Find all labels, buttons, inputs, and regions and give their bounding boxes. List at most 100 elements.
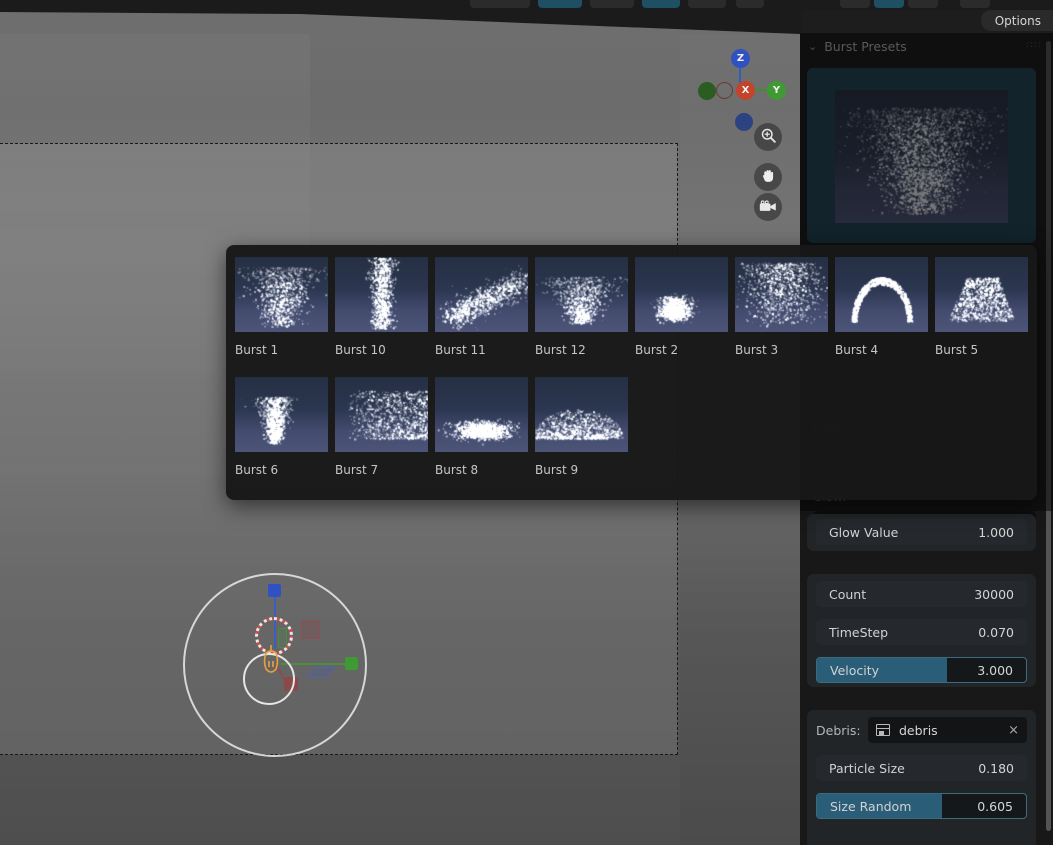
preset-thumbnail[interactable] [635, 257, 728, 332]
collection-icon [876, 724, 890, 736]
nav-axis-y-negative[interactable] [698, 82, 716, 100]
preset-item-burst-7[interactable]: Burst 7 [335, 377, 428, 477]
preset-label: Burst 9 [535, 463, 579, 477]
toolbar-chip[interactable] [736, 0, 764, 8]
preset-item-burst-9[interactable]: Burst 9 [535, 377, 628, 477]
timestep-value: 0.070 [978, 624, 1014, 640]
preset-label: Burst 4 [835, 343, 879, 357]
debris-field-value: debris [899, 722, 938, 738]
toolbar-chip[interactable] [840, 0, 870, 8]
toolbar-chip-active[interactable] [874, 0, 904, 8]
preset-item-burst-10[interactable]: Burst 10 [335, 257, 428, 357]
app-root: Z X Y Options ⌄ Burst Presets:::: Glow … [0, 0, 1053, 845]
burst-preview-card[interactable] [807, 68, 1036, 243]
preset-item-burst-8[interactable]: Burst 8 [435, 377, 528, 477]
size-random-slider[interactable]: Size Random 0.605 [816, 793, 1027, 819]
options-button[interactable]: Options [980, 10, 1053, 31]
toolbar-chip-active[interactable] [538, 0, 582, 8]
zoom-tool-button[interactable] [754, 123, 782, 151]
nav-axis-z-positive[interactable]: Z [731, 49, 750, 68]
particle-size-label: Particle Size [829, 760, 905, 776]
preset-thumbnail[interactable] [835, 257, 928, 332]
count-label: Count [829, 586, 867, 602]
preset-thumbnail[interactable] [435, 257, 528, 332]
debris-label: Debris: [816, 722, 861, 738]
grip-dots-icon[interactable]: :::: [1026, 41, 1041, 50]
particle-size-row[interactable]: Particle Size 0.180 [816, 755, 1027, 781]
gizmo-plane-xz[interactable] [301, 620, 320, 639]
empty-object-icon [262, 645, 279, 687]
velocity-slider[interactable]: Velocity 3.000 [816, 657, 1027, 683]
nav-axis-z-negative[interactable] [735, 113, 753, 131]
debris-group: Debris: debris × Particle Size 0.180 Siz… [807, 710, 1036, 845]
gizmo-z-handle-icon[interactable] [268, 584, 281, 597]
preset-item-burst-6[interactable]: Burst 6 [235, 377, 328, 477]
preset-label: Burst 3 [735, 343, 779, 357]
preset-label: Burst 10 [335, 343, 386, 357]
close-icon[interactable]: × [1008, 723, 1019, 738]
toolbar-chip[interactable] [908, 0, 938, 8]
emitter-group: Count 30000 TimeStep 0.070 Velocity 3.00… [807, 574, 1036, 687]
navigation-gizmo[interactable]: Z X Y [697, 38, 787, 131]
preset-item-burst-12[interactable]: Burst 12 [535, 257, 628, 357]
camera-icon [759, 198, 777, 217]
gizmo-y-handle-icon[interactable] [345, 657, 358, 670]
glow-value-label: Glow Value [829, 524, 899, 540]
preset-thumbnail[interactable] [435, 377, 528, 452]
hand-icon [760, 167, 777, 188]
pan-tool-button[interactable] [754, 163, 782, 191]
toolbar-chip-active[interactable] [642, 0, 680, 8]
velocity-label: Velocity [830, 662, 880, 678]
chevron-down-icon[interactable]: ⌄ [808, 40, 817, 53]
nav-axis-x-positive[interactable]: X [736, 81, 755, 100]
nav-axis-y-positive[interactable]: Y [767, 81, 786, 100]
panel-scrollbar[interactable] [1046, 41, 1051, 831]
preset-label: Burst 1 [235, 343, 279, 357]
size-random-value: 0.605 [977, 798, 1013, 814]
toolbar-chip[interactable] [960, 0, 990, 8]
preset-thumbnail[interactable] [335, 257, 428, 332]
debris-selector-row[interactable]: Debris: debris × [816, 717, 1027, 743]
preset-thumbnail[interactable] [535, 257, 628, 332]
preset-label: Burst 8 [435, 463, 479, 477]
preset-thumbnail[interactable] [735, 257, 828, 332]
preset-thumbnail[interactable] [235, 377, 328, 452]
preset-item-burst-2[interactable]: Burst 2 [635, 257, 728, 357]
preset-thumbnail[interactable] [935, 257, 1028, 332]
preset-label: Burst 7 [335, 463, 379, 477]
panel-title: Burst Presets [824, 39, 907, 54]
count-row[interactable]: Count 30000 [816, 581, 1027, 607]
top-toolbar [0, 0, 1053, 10]
preset-item-burst-4[interactable]: Burst 4 [835, 257, 928, 357]
preset-item-burst-5[interactable]: Burst 5 [935, 257, 1028, 357]
preset-thumbnail[interactable] [335, 377, 428, 452]
size-random-label: Size Random [830, 798, 912, 814]
preset-item-burst-11[interactable]: Burst 11 [435, 257, 528, 357]
timestep-row[interactable]: TimeStep 0.070 [816, 619, 1027, 645]
toolbar-chip[interactable] [688, 0, 726, 8]
preset-label: Burst 11 [435, 343, 486, 357]
magnifier-plus-icon [760, 127, 777, 148]
timestep-label: TimeStep [829, 624, 889, 640]
glow-value-row[interactable]: Glow Value 1.000 [816, 519, 1027, 545]
preset-label: Burst 5 [935, 343, 979, 357]
preset-label: Burst 6 [235, 463, 279, 477]
preset-thumbnail[interactable] [535, 377, 628, 452]
toolbar-chip[interactable] [590, 0, 634, 8]
nav-axis-x-negative[interactable] [716, 82, 733, 99]
preset-thumbnail[interactable] [235, 257, 328, 332]
burst-presets-panel-header[interactable]: ⌄ Burst Presets :::: [800, 33, 1053, 60]
count-value: 30000 [974, 586, 1014, 602]
toolbar-chip[interactable] [470, 0, 530, 8]
debris-field[interactable]: debris × [868, 717, 1027, 743]
glow-value-number: 1.000 [978, 524, 1014, 540]
options-label: Options [994, 13, 1041, 28]
burst-presets-popup[interactable]: Burst 1 Burst 10 Burst 11 Burst 12 Burst 2 Bu… [226, 245, 1037, 500]
glow-value-group: Glow Value 1.000 [807, 514, 1036, 551]
transform-gizmo[interactable] [183, 573, 369, 759]
velocity-value: 3.000 [977, 662, 1013, 678]
camera-tool-button[interactable] [754, 193, 782, 221]
preset-item-burst-3[interactable]: Burst 3 [735, 257, 828, 357]
particle-size-value: 0.180 [978, 760, 1014, 776]
preset-item-burst-1[interactable]: Burst 1 [235, 257, 328, 357]
